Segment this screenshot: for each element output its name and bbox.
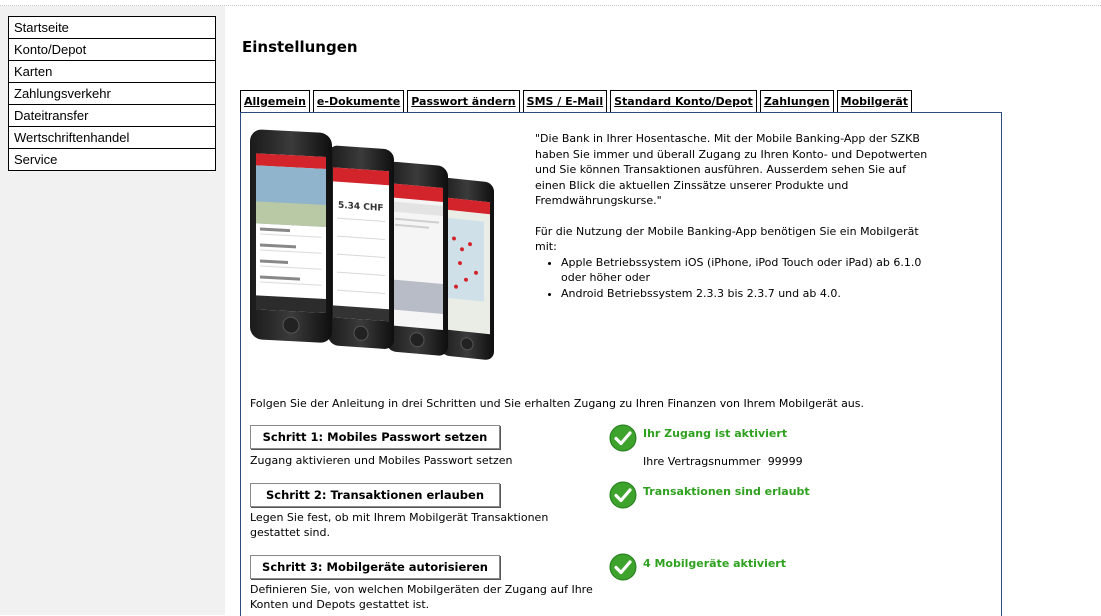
contract-number: 99999 xyxy=(767,455,803,468)
sidebar-item-service[interactable]: Service xyxy=(9,148,215,170)
check-icon xyxy=(609,553,637,581)
tab-mobilgeraet[interactable]: Mobilgerät xyxy=(836,90,912,112)
sidebar-item-startseite[interactable]: Startseite xyxy=(9,17,215,38)
tab-zahlungen[interactable]: Zahlungen xyxy=(759,90,834,112)
step1-description: Zugang aktivieren und Mobiles Passwort s… xyxy=(250,454,513,467)
mobile-app-phones-image: 5.34 CHF xyxy=(250,129,494,360)
requirements-list: Apple Betriebssystem iOS (iPhone, iPod T… xyxy=(535,255,935,302)
sidebar-item-wertschriftenhandel[interactable]: Wertschriftenhandel xyxy=(9,126,215,148)
instructions-text: Folgen Sie der Anleitung in drei Schritt… xyxy=(250,397,865,410)
app-intro-text: "Die Bank in Ihrer Hosentasche. Mit der … xyxy=(535,131,935,301)
requirement-android: Android Betriebssystem 2.3.3 bis 2.3.7 u… xyxy=(561,286,935,302)
tab-allgemein[interactable]: Allgemein xyxy=(240,90,310,112)
intro-quote: "Die Bank in Ihrer Hosentasche. Mit der … xyxy=(535,132,928,207)
sidebar-item-zahlungsverkehr[interactable]: Zahlungsverkehr xyxy=(9,82,215,104)
requirements-intro: Für die Nutzung der Mobile Banking-App b… xyxy=(535,224,919,254)
tab-e-dokumente[interactable]: e-Dokumente xyxy=(312,90,405,112)
step2-status: Transaktionen sind erlaubt xyxy=(643,485,810,498)
check-icon xyxy=(609,424,637,452)
contract-label: Ihre Vertragsnummer xyxy=(643,455,761,468)
sidebar-item-dateitransfer[interactable]: Dateitransfer xyxy=(9,104,215,126)
requirement-ios: Apple Betriebssystem iOS (iPhone, iPod T… xyxy=(561,255,935,286)
sidebar-item-karten[interactable]: Karten xyxy=(9,60,215,82)
step3-description: Definieren Sie, von welchen Mobilgeräten… xyxy=(250,583,593,611)
step2-button[interactable]: Schritt 2: Transaktionen erlauben xyxy=(250,483,500,507)
step3-status: 4 Mobilgeräte aktiviert xyxy=(643,557,786,570)
tab-sms-email[interactable]: SMS / E-Mail xyxy=(522,90,608,112)
settings-tabs: Allgemein e-Dokumente Passwort ändern SM… xyxy=(240,90,915,112)
sidebar-nav: Startseite Konto/Depot Karten Zahlungsve… xyxy=(8,16,216,171)
step3-button[interactable]: Schritt 3: Mobilgeräte autorisieren xyxy=(250,555,500,579)
page-title: Einstellungen xyxy=(242,38,358,56)
step2-description: Legen Sie fest, ob mit Ihrem Mobilgerät … xyxy=(250,511,549,539)
step1-button[interactable]: Schritt 1: Mobiles Passwort setzen xyxy=(250,425,500,449)
sidebar-item-konto-depot[interactable]: Konto/Depot xyxy=(9,38,215,60)
contract-number-line: Ihre Vertragsnummer 99999 xyxy=(643,455,803,468)
check-icon xyxy=(609,481,637,509)
step1-status: Ihr Zugang ist aktiviert xyxy=(643,427,788,440)
tab-passwort-aendern[interactable]: Passwort ändern xyxy=(407,90,520,112)
tab-standard-konto-depot[interactable]: Standard Konto/Depot xyxy=(610,90,757,112)
